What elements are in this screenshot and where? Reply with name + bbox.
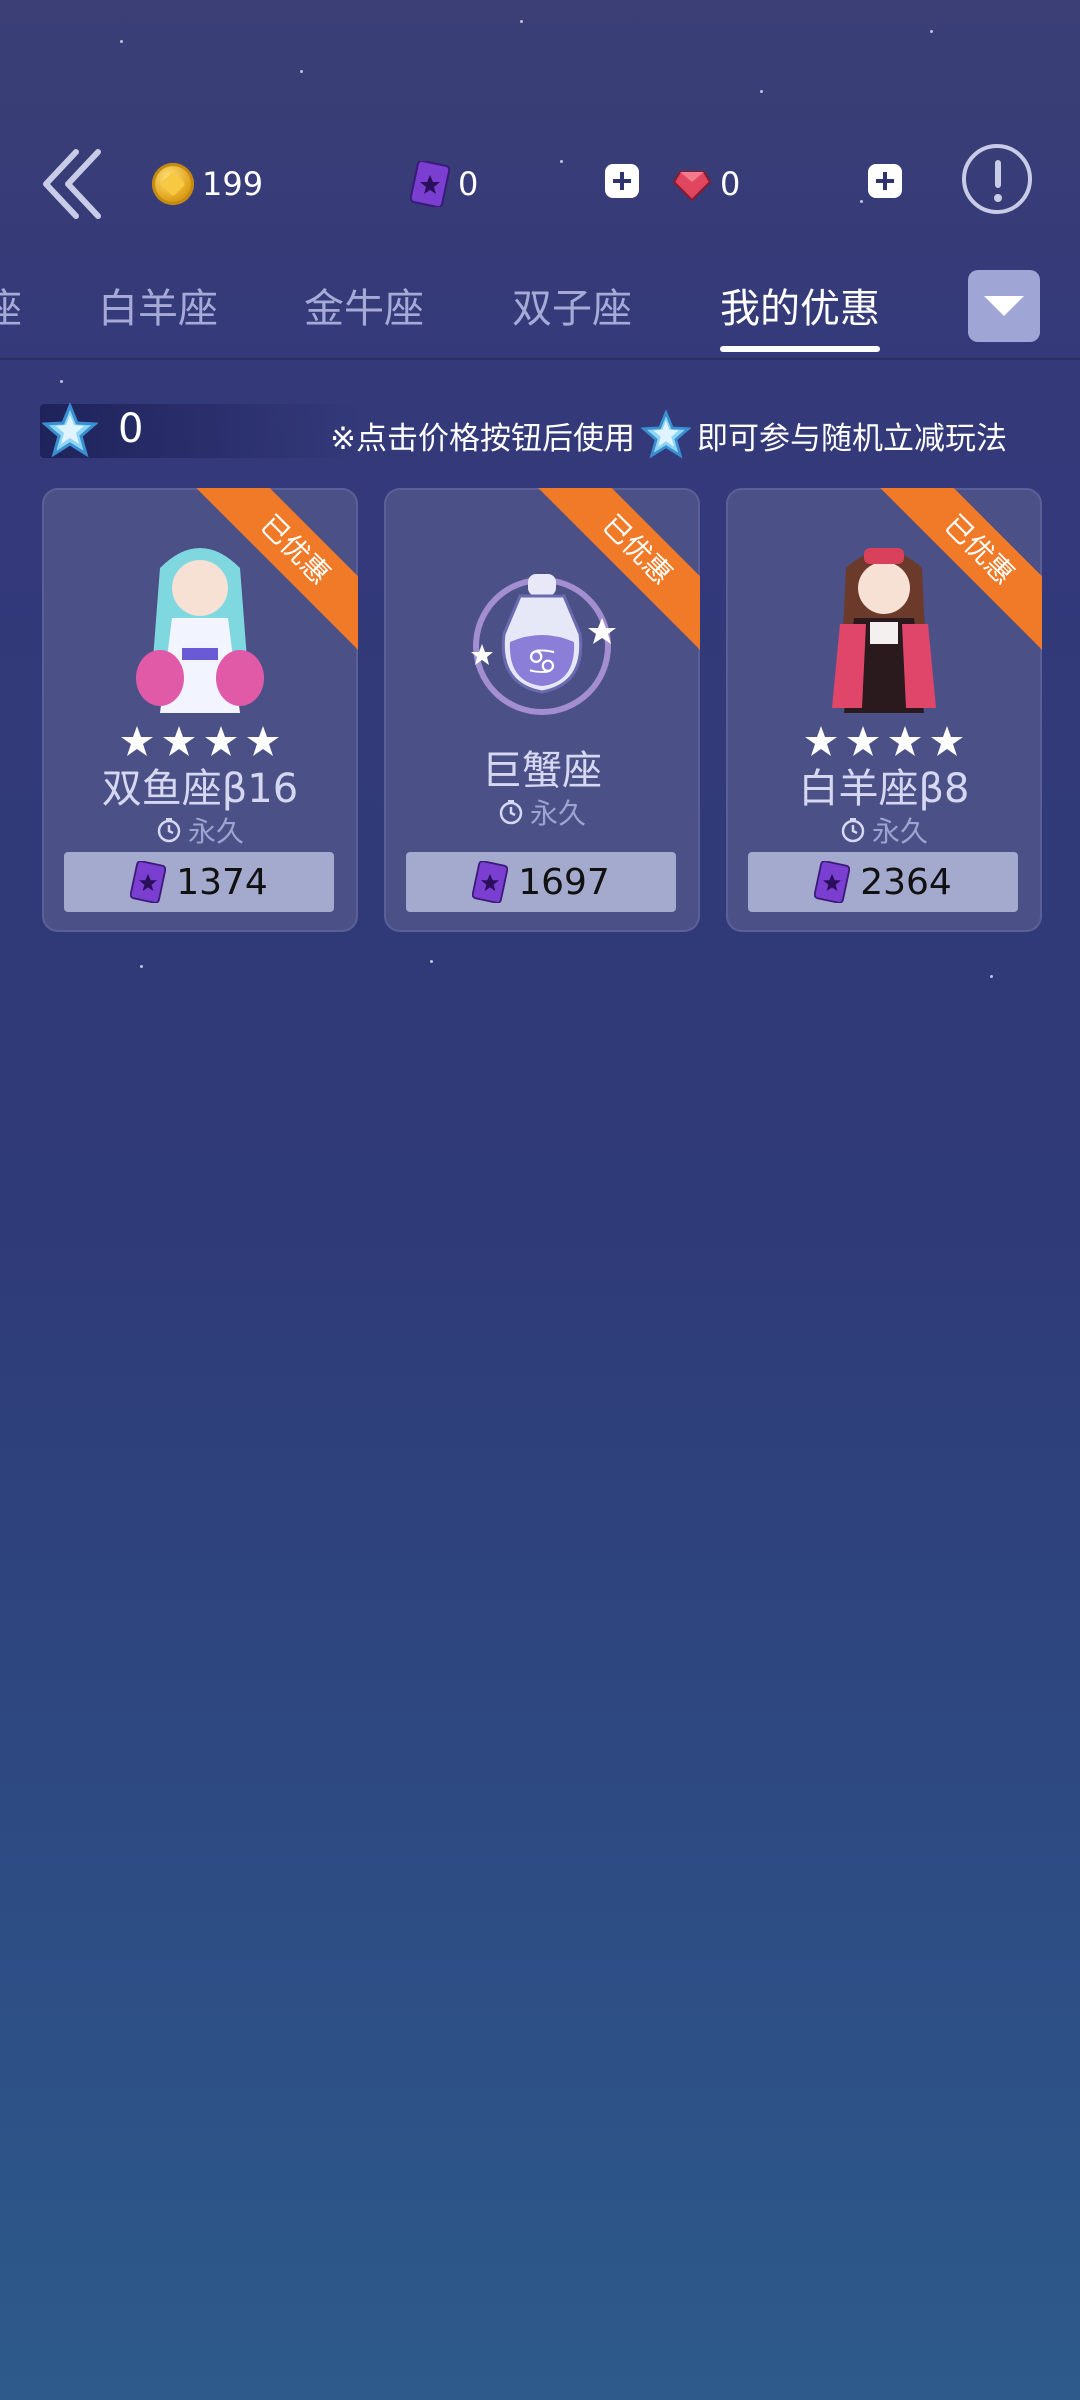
star-icon (931, 726, 963, 756)
item-duration: 永久 (726, 810, 1042, 850)
character-portrait-pisces (136, 548, 264, 713)
purple-card-icon (472, 861, 509, 903)
info-button[interactable] (962, 144, 1032, 214)
star-icon (163, 726, 195, 756)
purple-card-icon (410, 161, 450, 207)
star-icon (889, 726, 921, 756)
offer-card-aries[interactable]: 已优惠 白羊座β8 永久 2364 (726, 488, 1042, 932)
offer-card-pisces[interactable]: 已优惠 双鱼座β16 永久 1374 (42, 488, 358, 932)
duration-text: 永久 (187, 815, 244, 848)
double-chevron-left-icon (43, 149, 101, 219)
tab-taurus[interactable]: 金牛座 (304, 276, 424, 334)
exclamation-icon (995, 160, 1001, 188)
coin-balance: 199 (152, 154, 263, 214)
tabs-dropdown-button[interactable] (968, 270, 1040, 342)
card-balance: 0 (410, 154, 478, 214)
red-gem-icon (672, 171, 712, 202)
star-icon (847, 726, 879, 756)
svg-text:♋: ♋ (526, 642, 558, 683)
tab-aries[interactable]: 白羊座 (98, 276, 218, 334)
rating-stars (726, 724, 1042, 760)
gold-coin-icon (152, 163, 194, 205)
star-count: 0 (118, 406, 144, 452)
notice-text-1: ※点击价格按钮后使用 (330, 420, 635, 457)
price-button[interactable]: 1374 (64, 852, 334, 912)
price-value: 1374 (176, 861, 268, 903)
star-icon (121, 726, 153, 756)
notice-text-2: 即可参与随机立减玩法 (696, 420, 1007, 457)
usage-notice: ※点击价格按钮后使用 即可参与随机立减玩法 (330, 410, 1007, 460)
blue-star-icon (640, 410, 691, 459)
price-value: 2364 (860, 861, 952, 903)
item-name: 巨蟹座 (482, 748, 602, 794)
purple-card-icon (814, 861, 851, 903)
blue-star-icon (42, 403, 98, 458)
tab-gemini[interactable]: 双子座 (512, 276, 632, 334)
tab-partial[interactable]: 座 (0, 276, 22, 334)
add-gems-button[interactable] (868, 164, 902, 198)
item-name: 双鱼座β16 (101, 766, 299, 812)
item-duration: 永久 (42, 810, 358, 850)
star-icon (805, 726, 837, 756)
price-button[interactable]: 2364 (748, 852, 1018, 912)
zodiac-tabs: 座 白羊座 金牛座 双子座 我的优惠 (0, 250, 1080, 360)
cancer-potion-icon: ♋ (471, 574, 616, 715)
rating-stars (42, 724, 358, 760)
add-cards-button[interactable] (605, 164, 639, 198)
tab-my-discounts[interactable]: 我的优惠 (720, 276, 880, 334)
gem-balance: 0 (672, 154, 740, 214)
clock-icon (499, 800, 523, 825)
price-value: 1697 (518, 861, 610, 903)
star-icon (247, 726, 279, 756)
duration-text: 永久 (871, 815, 928, 848)
character-portrait-aries (832, 548, 936, 713)
currency-bar: 199 0 0 (0, 130, 1080, 240)
item-name: 白羊座β8 (798, 766, 970, 812)
price-button[interactable]: 1697 (406, 852, 676, 912)
active-tab-indicator (720, 346, 880, 352)
starfield-background (0, 0, 1080, 2400)
card-count: 0 (458, 165, 479, 203)
back-button[interactable] (34, 144, 114, 224)
purple-card-icon (130, 861, 167, 903)
discount-info: 0 ※点击价格按钮后使用 即可参与随机立减玩法 (40, 400, 1050, 462)
star-icon (205, 726, 237, 756)
offer-card-cancer[interactable]: 已优惠 ♋ 巨蟹座 永久 1697 (384, 488, 700, 932)
duration-text: 永久 (529, 797, 586, 830)
clock-icon (841, 818, 865, 843)
item-duration: 永久 (384, 792, 700, 832)
gem-count: 0 (720, 165, 741, 203)
coin-count: 199 (202, 165, 264, 203)
clock-icon (157, 818, 181, 843)
